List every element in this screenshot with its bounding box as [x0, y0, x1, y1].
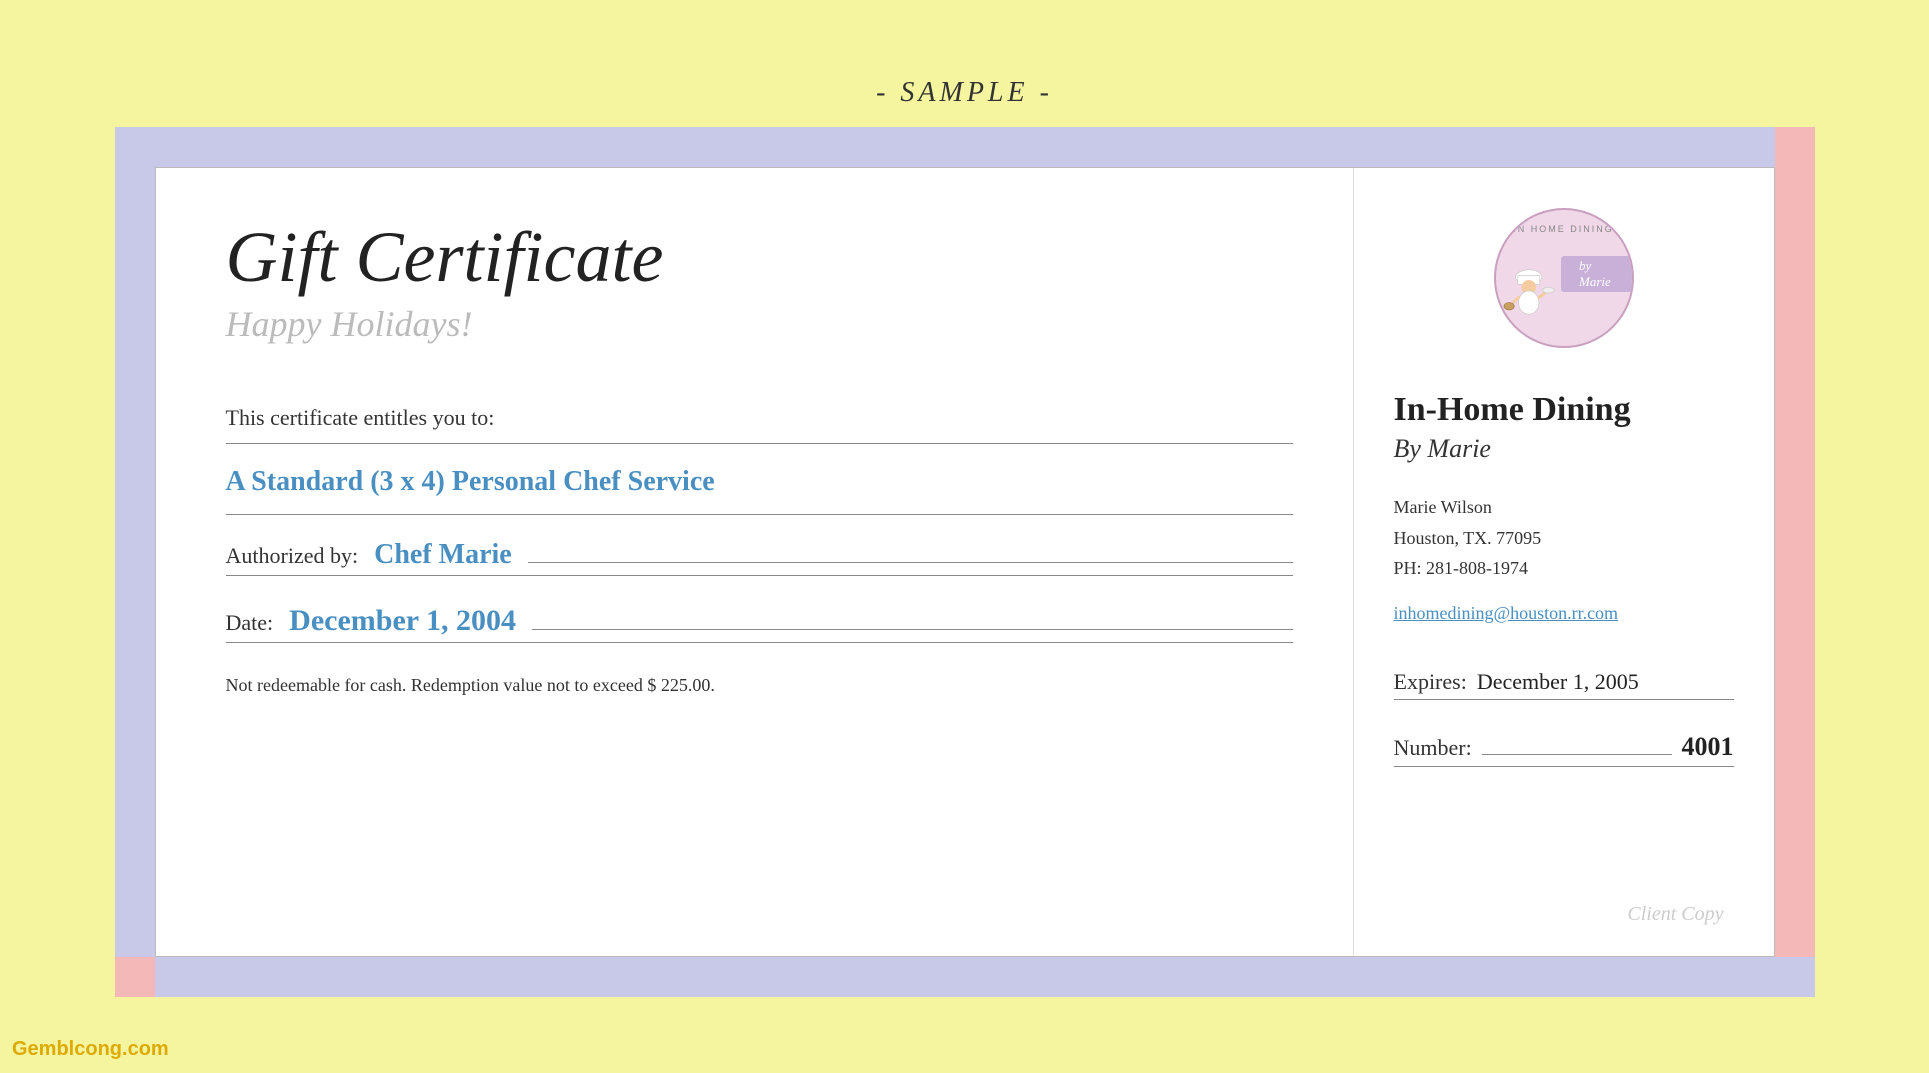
service-line: A Standard (3 x 4) Personal Chef Service [226, 448, 1293, 510]
site-badge: Gemblcong.com [12, 1038, 169, 1061]
date-value: December 1, 2004 [289, 604, 516, 638]
date-label: Date: [226, 610, 274, 636]
divider-auth [226, 575, 1293, 576]
disclaimer-text: Not redeemable for cash. Redemption valu… [226, 675, 1293, 696]
logo-by-marie: by Marie [1561, 256, 1631, 292]
number-value: 4001 [1682, 732, 1734, 762]
contact-block: Marie Wilson Houston, TX. 77095 PH: 281-… [1394, 492, 1619, 628]
contact-phone: PH: 281-808-1974 [1394, 553, 1619, 584]
expires-value: December 1, 2005 [1477, 669, 1734, 695]
expires-label: Expires: [1394, 669, 1467, 695]
edge-left [115, 167, 155, 957]
divider-date [226, 642, 1293, 643]
left-panel: Gift Certificate Happy Holidays! This ce… [156, 168, 1354, 956]
edge-top [155, 127, 1775, 167]
divider-top [226, 443, 1293, 444]
entitles-text: This certificate entitles you to: [226, 405, 1293, 431]
authorized-by-section: Authorized by: Chef Marie [226, 539, 1293, 571]
corner-top-left [115, 127, 155, 167]
date-section: Date: December 1, 2004 [226, 604, 1293, 638]
number-section: Number: 4001 [1394, 732, 1734, 762]
divider-number [1394, 766, 1734, 767]
gift-certificate-title: Gift Certificate [226, 218, 1293, 297]
contact-name: Marie Wilson [1394, 492, 1619, 523]
corner-bottom-left [115, 957, 155, 997]
authorized-by-line [528, 562, 1293, 563]
watermark-text: Client Copy [1627, 903, 1723, 926]
certificate-subtitle: Happy Holidays! [226, 303, 1293, 345]
edge-right [1775, 167, 1815, 957]
logo-area: IN HOME DINING [1394, 208, 1734, 348]
expires-section: Expires: December 1, 2005 [1394, 669, 1734, 695]
right-panel: IN HOME DINING [1354, 168, 1774, 956]
authorized-by-value: Chef Marie [374, 539, 512, 571]
logo-inner-text: IN HOME DINING [1496, 224, 1632, 234]
authorized-by-label: Authorized by: [226, 543, 359, 569]
date-line [532, 629, 1292, 630]
divider-bottom [226, 514, 1293, 515]
certificate-body: Gift Certificate Happy Holidays! This ce… [155, 167, 1775, 957]
divider-expires [1394, 699, 1734, 700]
corner-bottom-right [1775, 957, 1815, 997]
logo-circle: IN HOME DINING [1494, 208, 1634, 348]
number-line [1482, 754, 1672, 755]
edge-bottom [155, 957, 1775, 997]
title-section: Gift Certificate Happy Holidays! [226, 218, 1293, 345]
company-name: In-Home Dining [1394, 390, 1631, 431]
contact-email[interactable]: inhomedining@houston.rr.com [1394, 598, 1619, 629]
contact-address: Houston, TX. 77095 [1394, 523, 1619, 554]
sample-label: - SAMPLE - [876, 77, 1053, 109]
chef-illustration [1496, 243, 1562, 333]
number-label: Number: [1394, 735, 1472, 761]
outer-frame: Gift Certificate Happy Holidays! This ce… [115, 127, 1815, 997]
company-subtitle: By Marie [1394, 434, 1491, 464]
corner-top-right [1775, 127, 1815, 167]
